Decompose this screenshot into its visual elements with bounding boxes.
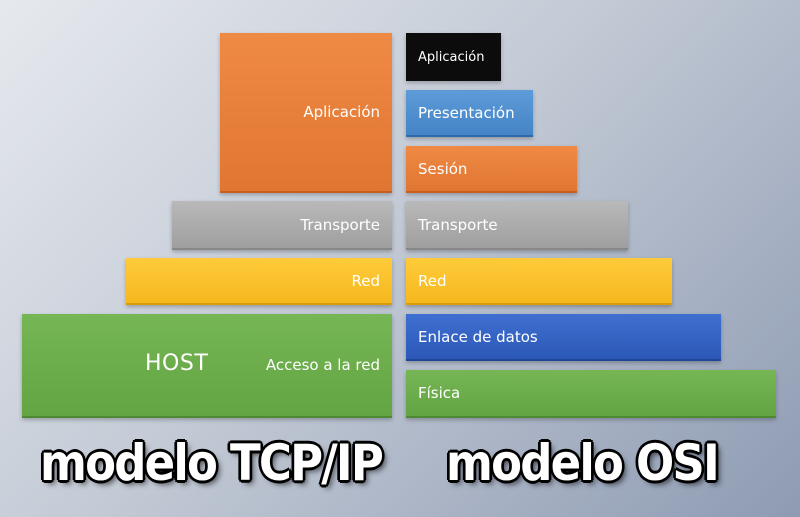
osi-layer-presentation-label: Presentación	[418, 103, 515, 122]
osi-layer-transport-label: Transporte	[418, 215, 498, 234]
osi-layer-transport: Transporte	[406, 201, 628, 250]
osi-layer-session: Sesión	[406, 146, 577, 193]
osi-layer-session-label: Sesión	[418, 159, 468, 178]
tcp-layer-application-label: Aplicación	[303, 103, 380, 121]
osi-layer-data-link: Enlace de datos	[406, 314, 721, 361]
osi-layer-presentation: Presentación	[406, 90, 533, 137]
tcp-layer-network-label: Red	[351, 271, 381, 290]
osi-model-title: modelo OSI	[446, 434, 720, 492]
tcp-layer-application: Aplicación	[220, 33, 392, 193]
tcp-layer-network-access-label: Acceso a la red	[265, 356, 380, 374]
osi-layer-physical: Física	[406, 370, 776, 418]
osi-layer-data-link-label: Enlace de datos	[418, 327, 538, 346]
tcp-layer-transport-label: Transporte	[300, 215, 380, 234]
osi-layer-application: Aplicación	[406, 33, 501, 81]
osi-layer-network: Red	[406, 258, 672, 305]
osi-layer-network-label: Red	[418, 271, 447, 290]
osi-layer-physical-label: Física	[418, 384, 461, 402]
tcp-layer-network: Red	[126, 258, 392, 305]
tcp-ip-model-title: modelo TCP/IP	[40, 434, 384, 492]
tcp-layer-transport: Transporte	[172, 201, 392, 250]
osi-layer-application-label: Aplicación	[418, 49, 485, 65]
host-label: HOST	[145, 351, 209, 376]
